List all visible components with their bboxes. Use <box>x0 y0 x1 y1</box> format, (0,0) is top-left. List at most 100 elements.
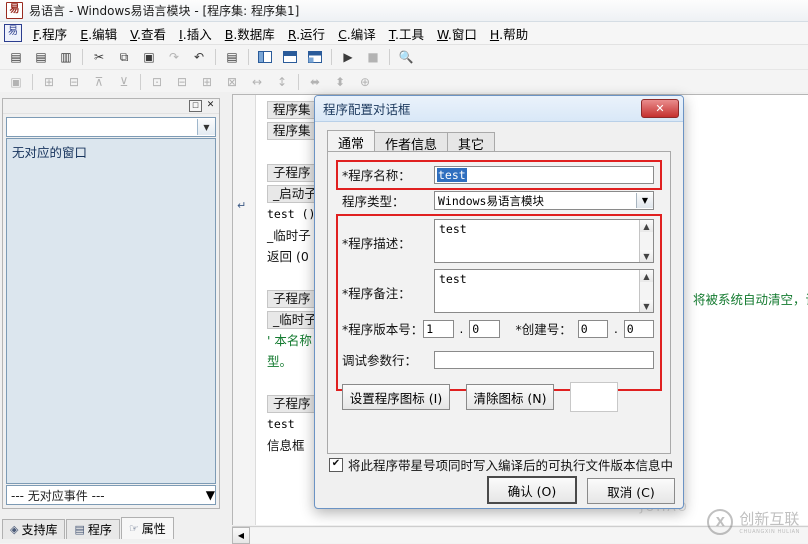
menu-key-t: T <box>388 26 395 42</box>
menu-item-tools[interactable]: T.工具 <box>383 22 430 45</box>
form-icon[interactable]: ▣ <box>4 71 28 93</box>
save-icon[interactable]: ▥ <box>54 46 78 68</box>
menu-label-view: 查看 <box>141 26 167 42</box>
center-horizontal-icon[interactable]: ⊡ <box>145 71 169 93</box>
tab-program[interactable]: ▤ 程序 <box>66 519 120 539</box>
scroll-down-icon[interactable]: ▼ <box>640 300 653 312</box>
tab-author-info[interactable]: 作者信息 <box>374 132 449 153</box>
scroll-left-icon[interactable]: ◀ <box>232 526 250 544</box>
dialog-tabstrip: 通常 作者信息 其它 <box>327 130 496 153</box>
build-major-input[interactable]: 0 <box>577 319 609 338</box>
menu-item-insert[interactable]: I.插入 <box>173 22 218 45</box>
menu-item-compile[interactable]: C.编译 <box>332 22 382 45</box>
menu-label-window: 窗口 <box>451 26 477 42</box>
cancel-button[interactable]: 取消 (C) <box>587 478 675 504</box>
program-type-select[interactable]: Windows易语言模块 ▼ <box>434 191 654 210</box>
run-icon[interactable]: ▶ <box>336 46 360 68</box>
version-major-input[interactable]: 1 <box>423 319 454 338</box>
chevron-down-icon[interactable]: ▼ <box>636 193 653 208</box>
menu-item-window[interactable]: W.窗口 <box>431 22 483 45</box>
window-selector-combo[interactable]: ▼ <box>6 117 216 137</box>
new-icon[interactable]: ▤ <box>4 46 28 68</box>
redo-icon[interactable]: ↷ <box>162 46 186 68</box>
restore-icon[interactable]: □ <box>189 100 202 112</box>
version-minor-input[interactable]: 0 <box>469 319 500 338</box>
menu-item-database[interactable]: B.数据库 <box>219 22 281 45</box>
write-version-info-row[interactable]: ✔ 将此程序带星号项同时写入编译后的可执行文件版本信息中 <box>329 455 673 474</box>
layout-top-icon[interactable] <box>278 46 302 68</box>
inspect-icon[interactable]: 🔍 <box>394 46 418 68</box>
panel-tabs: ◈ 支持库 ▤ 程序 ☞ 属性 <box>2 517 222 539</box>
layout-grid-icon[interactable] <box>303 46 327 68</box>
dialog-title: 程序配置对话框 <box>323 102 411 117</box>
code-token: 程序集 <box>267 100 317 119</box>
field-program-note: *程序备注： test ▲ ▼ <box>342 269 654 313</box>
list-item[interactable]: 无对应的窗口 <box>12 142 210 161</box>
program-desc-textarea[interactable]: test ▲ ▼ <box>434 219 654 263</box>
code-token: test <box>267 417 295 431</box>
center-vertical-icon[interactable]: ⊟ <box>170 71 194 93</box>
space-across-icon[interactable]: ⊞ <box>195 71 219 93</box>
align-bottom-icon[interactable]: ⊻ <box>112 71 136 93</box>
close-icon[interactable]: ✕ <box>205 101 216 111</box>
size-width-icon[interactable]: ↔ <box>245 71 269 93</box>
menu-key-f: F <box>33 26 39 42</box>
stretch-width-icon[interactable]: ⬌ <box>303 71 327 93</box>
field-program-type: 程序类型： Windows易语言模块 ▼ <box>342 191 654 210</box>
menu-label-run: 运行 <box>300 26 326 42</box>
chevron-down-icon[interactable]: ▼ <box>197 119 215 135</box>
debug-args-input[interactable] <box>434 350 654 369</box>
align-top-icon[interactable]: ⊼ <box>87 71 111 93</box>
program-note-textarea[interactable]: test ▲ ▼ <box>434 269 654 313</box>
build-minor-input[interactable]: 0 <box>623 319 654 338</box>
menu-key-w: W <box>436 26 448 42</box>
space-down-icon[interactable]: ⊠ <box>220 71 244 93</box>
desc-scrollbar[interactable]: ▲ ▼ <box>639 220 653 262</box>
close-icon[interactable]: ✕ <box>641 99 679 118</box>
scroll-up-icon[interactable]: ▲ <box>640 270 653 282</box>
write-version-info-checkbox[interactable]: ✔ <box>329 457 343 472</box>
size-height-icon[interactable]: ↕ <box>270 71 294 93</box>
layout-left-icon[interactable] <box>253 46 277 68</box>
stop-icon[interactable]: ■ <box>361 46 385 68</box>
find-icon[interactable]: ▤ <box>220 46 244 68</box>
align-right-icon[interactable]: ⊟ <box>62 71 86 93</box>
chevron-down-icon[interactable]: ▼ <box>206 488 215 502</box>
paste-icon[interactable]: ▣ <box>137 46 161 68</box>
tab-properties[interactable]: ☞ 属性 <box>120 517 174 539</box>
menu-item-view[interactable]: V.查看 <box>124 22 172 45</box>
event-selector-combo[interactable]: --- 无对应事件 --- ▼ <box>6 485 216 505</box>
copy-icon[interactable]: ⧉ <box>112 46 136 68</box>
window-list[interactable]: 无对应的窗口 <box>6 138 216 484</box>
menu-item-run[interactable]: R.运行 <box>282 22 331 45</box>
program-icon: ▤ <box>74 523 85 536</box>
undo-icon[interactable]: ↶ <box>187 46 211 68</box>
scroll-up-icon[interactable]: ▲ <box>640 220 653 232</box>
tab-support-library[interactable]: ◈ 支持库 <box>2 519 66 539</box>
cut-icon[interactable]: ✂ <box>87 46 111 68</box>
menu-key-b: B <box>224 26 234 42</box>
menu-key-v: V <box>130 26 138 42</box>
dialog-tab-page: *程序名称： test 程序类型： Windows易语言模块 ▼ *程序描述： <box>327 151 671 454</box>
set-program-icon-button[interactable]: 设置程序图标 (I) <box>342 384 450 410</box>
code-token: 子程序 <box>267 394 317 413</box>
menu-label-tools: 工具 <box>398 26 424 42</box>
ok-button[interactable]: 确认 (O) <box>487 476 577 504</box>
field-program-name: *程序名称： test <box>342 165 654 184</box>
menu-item-program[interactable]: F.程序 <box>27 22 73 45</box>
tab-general[interactable]: 通常 <box>327 130 376 153</box>
code-comment: 型。 <box>267 354 293 369</box>
scroll-down-icon[interactable]: ▼ <box>640 250 653 262</box>
menu-item-help[interactable]: H.帮助 <box>484 22 534 45</box>
tab-other[interactable]: 其它 <box>447 132 496 153</box>
stretch-height-icon[interactable]: ⬍ <box>328 71 352 93</box>
program-icon-preview[interactable] <box>570 382 618 412</box>
program-name-input[interactable]: test <box>434 165 654 184</box>
open-icon[interactable]: ▤ <box>29 46 53 68</box>
clear-icon-button[interactable]: 清除图标 (N) <box>466 384 554 410</box>
note-scrollbar[interactable]: ▲ ▼ <box>639 270 653 312</box>
stretch-both-icon[interactable]: ⊕ <box>353 71 377 93</box>
editor-right-comment: 将被系统自动清空，请 <box>693 292 808 307</box>
align-left-icon[interactable]: ⊞ <box>37 71 61 93</box>
menu-item-edit[interactable]: E.编辑 <box>74 22 123 45</box>
